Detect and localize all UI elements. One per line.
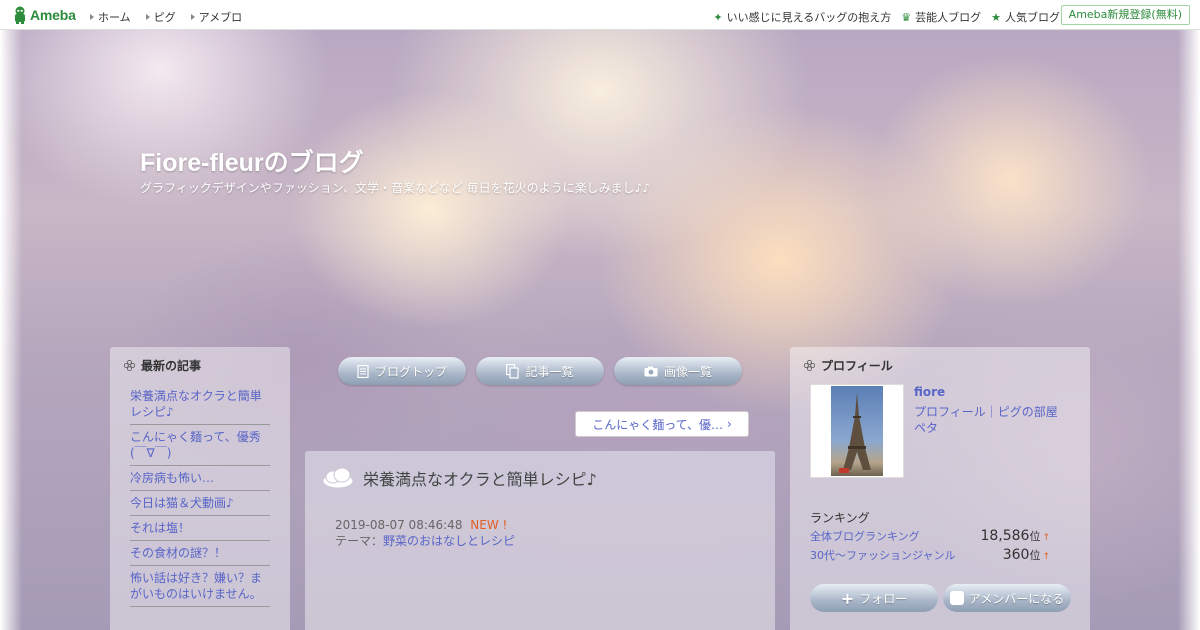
nav-popular-blog[interactable]: ★ 人気ブログ — [991, 9, 1060, 25]
recent-articles-heading: 最新の記事 — [124, 357, 270, 374]
article-theme-link[interactable]: 野菜のおはなしとレシピ — [383, 534, 515, 548]
sparkle-icon: ✦ — [713, 10, 723, 24]
triangle-right-icon — [145, 14, 150, 20]
article-list-button[interactable]: 記事一覧 — [476, 357, 604, 385]
logo-text: Ameba — [30, 7, 76, 23]
eiffel-tower-photo — [831, 386, 883, 476]
separator: ｜ — [985, 405, 998, 419]
flower-icon — [804, 360, 815, 371]
flower-icon — [124, 360, 135, 371]
chevron-right-icon: › — [727, 417, 732, 431]
new-badge: NEW ! — [470, 518, 508, 532]
recent-article-link[interactable]: 栄養満点なオクラと簡単レシピ♪ — [130, 384, 270, 425]
recent-articles-panel: 最新の記事 栄養満点なオクラと簡単レシピ♪ こんにゃく麺って、優秀(￣∇￣) 冷… — [110, 347, 290, 630]
cloud-icon — [322, 467, 354, 489]
arrow-up-icon: ↑ — [1042, 533, 1050, 543]
profile-panel: プロフィール fiore プロフィール｜ピグの部屋 ペタ ランキング 全体ブログ… — [790, 347, 1090, 630]
recent-article-link[interactable]: 冷房病も怖い… — [130, 466, 270, 491]
member-icon — [949, 591, 964, 605]
article-date: 2019-08-07 08:46:48 — [335, 518, 463, 532]
copy-icon — [506, 363, 520, 379]
recent-article-link[interactable]: 怖い話は好き？嫌い？まがいものはいけません。 — [130, 566, 270, 607]
nav-home[interactable]: ホーム — [90, 9, 131, 25]
blog-description: グラフィックデザインやファッション、文学・音楽などなど 毎日を花火のように楽しみ… — [140, 181, 650, 195]
recent-articles-list: 栄養満点なオクラと簡単レシピ♪ こんにゃく麺って、優秀(￣∇￣) 冷房病も怖い…… — [124, 384, 270, 607]
blog-title[interactable]: Fiore-fleurのブログ — [140, 143, 364, 179]
triangle-right-icon — [90, 14, 94, 20]
nav-celebrity-blog[interactable]: ♛ 芸能人ブログ — [901, 9, 981, 25]
pigg-room-link[interactable]: ピグの部屋 — [998, 405, 1058, 419]
global-header: Ameba ホーム ピグ アメブロ ✦ いい感じに見えるバッグの抱え方 ♛ 芸能… — [0, 0, 1200, 30]
edge-fade-left — [0, 30, 22, 630]
global-nav-left: ホーム ピグ アメブロ — [90, 9, 242, 25]
recent-article-link[interactable]: こんにゃく麺って、優秀(￣∇￣) — [130, 425, 270, 466]
nav-ameblo[interactable]: アメブロ — [190, 9, 242, 25]
profile-links: プロフィール｜ピグの部屋 ペタ — [914, 404, 1064, 436]
global-nav-right: ✦ いい感じに見えるバッグの抱え方 ♛ 芸能人ブログ ★ 人気ブログ — [713, 9, 1060, 25]
peta-link[interactable]: ペタ — [914, 421, 938, 435]
profile-heading: プロフィール — [804, 357, 1070, 374]
crown-icon: ♛ — [901, 10, 912, 24]
article-title[interactable]: 栄養満点なオクラと簡単レシピ♪ — [363, 466, 597, 490]
profile-image[interactable] — [810, 384, 904, 478]
profile-link[interactable]: プロフィール — [914, 405, 986, 419]
nav-pigg[interactable]: ピグ — [145, 9, 176, 25]
camera-icon — [644, 366, 658, 376]
ameba-mascot-icon — [15, 6, 25, 24]
document-icon — [357, 364, 369, 378]
ranking-value: 18,586位 ↑ — [980, 528, 1050, 544]
profile-name[interactable]: fiore — [914, 385, 945, 399]
article-header: 栄養満点なオクラと簡単レシピ♪ — [305, 451, 775, 505]
become-member-button[interactable]: アメンバーになる — [943, 584, 1071, 612]
ameba-logo[interactable]: Ameba — [13, 6, 76, 24]
star-icon: ★ — [991, 10, 1001, 24]
ranking-row: 30代〜ファッションジャンル 360位 ↑ — [810, 547, 1050, 563]
recent-article-link[interactable]: それは塩！ — [130, 516, 270, 541]
arrow-up-icon: ↑ — [1042, 552, 1050, 562]
ranking-row: 全体ブログランキング 18,586位 ↑ — [810, 528, 1050, 544]
triangle-right-icon — [190, 14, 195, 20]
nav-trending-topic[interactable]: ✦ いい感じに見えるバッグの抱え方 — [713, 9, 891, 25]
ranking-value: 360位 ↑ — [1002, 547, 1050, 563]
recent-article-link[interactable]: 今日は猫＆犬動画♪ — [130, 491, 270, 516]
theme-label: テーマ： — [335, 534, 384, 548]
blog-top-button[interactable]: ブログトップ — [338, 357, 466, 385]
plus-icon: + — [840, 588, 855, 608]
register-button[interactable]: Ameba新規登録(無料) — [1060, 5, 1190, 25]
ranking-title: ランキング — [810, 511, 870, 525]
edge-fade-right — [1178, 30, 1200, 630]
genre-ranking-link[interactable]: 30代〜ファッションジャンル — [810, 547, 955, 563]
article-meta: 2019-08-07 08:46:48 NEW ! テーマ：野菜のおはなしとレシ… — [305, 505, 775, 549]
article-card: 栄養満点なオクラと簡単レシピ♪ 2019-08-07 08:46:48 NEW … — [305, 451, 775, 630]
follow-button[interactable]: + フォロー — [810, 584, 938, 612]
image-list-button[interactable]: 画像一覧 — [614, 357, 742, 385]
recent-article-link[interactable]: その食材の謎？！ — [130, 541, 270, 566]
overall-ranking-link[interactable]: 全体ブログランキング — [810, 528, 920, 544]
previous-article-link[interactable]: こんにゃく麺って、優… › — [575, 411, 749, 437]
